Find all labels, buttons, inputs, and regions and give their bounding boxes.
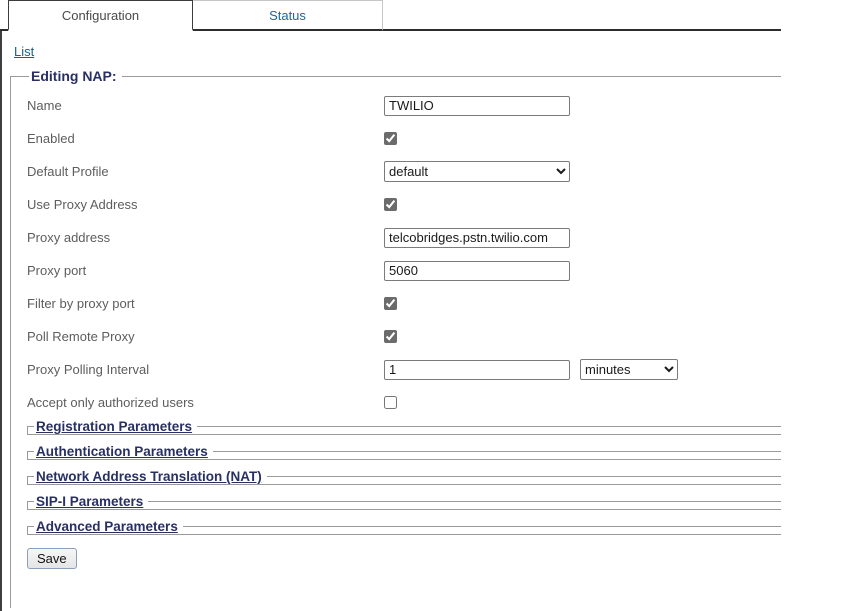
section-link-authentication-parameters[interactable]: Authentication Parameters [36,444,208,459]
proxy-polling-interval-input[interactable] [384,360,570,380]
section-legend-sip-i-parameters: SIP-I Parameters [34,494,148,509]
poll-remote-proxy-control [384,330,397,343]
section-link-sip-i-parameters[interactable]: SIP-I Parameters [36,494,143,509]
tab-configuration[interactable]: Configuration [8,0,193,31]
proxy-port-input[interactable] [384,261,570,281]
enabled-label: Enabled [27,131,384,146]
filter-by-proxy-port-control [384,297,397,310]
save-button[interactable]: Save [27,548,77,569]
use-proxy-address-checkbox[interactable] [384,198,397,211]
name-label: Name [27,98,384,113]
field-row-proxy-polling-interval: Proxy Polling Interval minutes [27,353,781,386]
editing-nap-legend: Editing NAP: [29,68,122,84]
field-row-name: Name [27,89,781,122]
section-legend-advanced-parameters: Advanced Parameters [34,519,183,534]
tab-bar-lead [0,0,8,31]
accept-only-authorized-users-control [384,396,397,409]
editing-nap-fieldset: Editing NAP: Name Enabled Default Profiled… [10,68,781,608]
content-frame: Configuration Status List Editing NAP: N… [0,0,781,611]
form-rows: NameEnabledDefault ProfiledefaultUse Pro… [27,89,781,419]
proxy-polling-interval-label: Proxy Polling Interval [27,362,384,377]
section-link-network-address-translation-nat[interactable]: Network Address Translation (NAT) [36,469,262,484]
default-profile-select[interactable]: default [384,161,570,182]
poll-remote-proxy-label: Poll Remote Proxy [27,329,384,344]
default-profile-label: Default Profile [27,164,384,179]
section-link-registration-parameters[interactable]: Registration Parameters [36,419,192,434]
proxy-port-control [384,261,570,281]
enabled-checkbox[interactable] [384,132,397,145]
filter-by-proxy-port-label: Filter by proxy port [27,296,384,311]
section-fieldset-authentication-parameters: Authentication Parameters [27,444,781,460]
section-fieldset-registration-parameters: Registration Parameters [27,419,781,435]
default-profile-control: default [384,161,570,182]
tab-status[interactable]: Status [193,0,383,31]
field-row-proxy-port: Proxy port [27,254,781,287]
content-pane: List Editing NAP: Name Enabled Default Pro… [0,31,781,611]
field-row-default-profile: Default Profiledefault [27,155,781,188]
proxy-polling-interval-control: minutes [384,359,678,380]
field-row-filter-by-proxy-port: Filter by proxy port [27,287,781,320]
use-proxy-address-label: Use Proxy Address [27,197,384,212]
proxy-address-control [384,228,570,248]
section-link-advanced-parameters[interactable]: Advanced Parameters [36,519,178,534]
section-legend-authentication-parameters: Authentication Parameters [34,444,213,459]
accept-only-authorized-users-label: Accept only authorized users [27,395,384,410]
name-control [384,96,570,116]
tab-bar: Configuration Status [0,0,781,31]
proxy-port-label: Proxy port [27,263,384,278]
name-input[interactable] [384,96,570,116]
poll-remote-proxy-checkbox[interactable] [384,330,397,343]
enabled-control [384,132,397,145]
use-proxy-address-control [384,198,397,211]
proxy-address-label: Proxy address [27,230,384,245]
filter-by-proxy-port-checkbox[interactable] [384,297,397,310]
field-row-accept-only-authorized-users: Accept only authorized users [27,386,781,419]
field-row-use-proxy-address: Use Proxy Address [27,188,781,221]
accept-only-authorized-users-checkbox[interactable] [384,396,397,409]
section-legend-network-address-translation-nat: Network Address Translation (NAT) [34,469,267,484]
section-fieldset-network-address-translation-nat: Network Address Translation (NAT) [27,469,781,485]
proxy-address-input[interactable] [384,228,570,248]
field-row-enabled: Enabled [27,122,781,155]
section-legend-registration-parameters: Registration Parameters [34,419,197,434]
section-fieldset-advanced-parameters: Advanced Parameters [27,519,781,535]
section-fieldset-sip-i-parameters: SIP-I Parameters [27,494,781,510]
list-link[interactable]: List [14,44,34,59]
proxy-polling-interval-unit-select[interactable]: minutes [580,359,678,380]
field-row-proxy-address: Proxy address [27,221,781,254]
app-window: Configuration Status List Editing NAP: N… [0,0,846,611]
collapsed-sections: Registration Parameters Authentication Pa… [27,419,781,535]
field-row-poll-remote-proxy: Poll Remote Proxy [27,320,781,353]
tab-bar-fill [383,0,781,31]
